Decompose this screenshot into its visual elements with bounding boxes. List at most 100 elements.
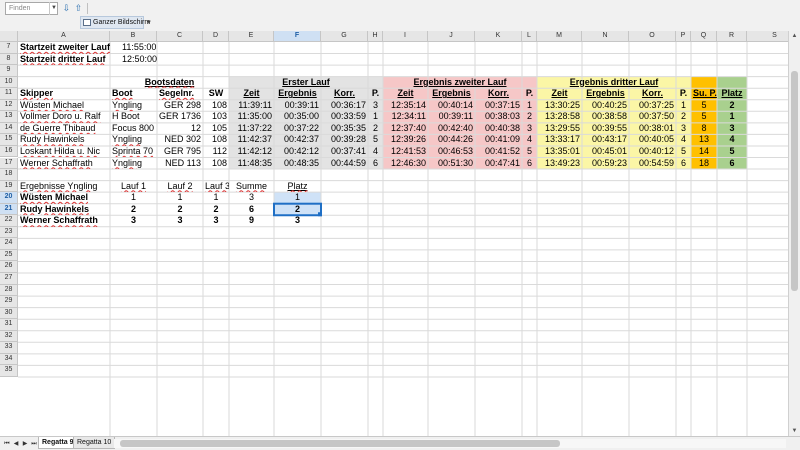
cell-b15[interactable]: Yngling (110, 134, 157, 146)
row-header-28[interactable]: 28 (0, 284, 18, 297)
cell-c16[interactable]: GER 795 (157, 146, 203, 158)
cell-a12[interactable]: Wüsten Michael (18, 100, 110, 112)
row-header-7[interactable]: 7 (0, 42, 18, 54)
cell-f12[interactable]: 00:39:11 (274, 100, 321, 112)
column-header-c[interactable]: C (157, 31, 203, 42)
first-sheet-icon[interactable]: ⏮ (3, 439, 11, 449)
cell-f22[interactable]: 3 (274, 215, 321, 227)
cell-b14[interactable]: Focus 800 (110, 123, 157, 135)
cell-r12[interactable]: 2 (717, 100, 747, 112)
cell-h14[interactable]: 2 (368, 123, 383, 135)
row-header-18[interactable]: 18 (0, 169, 18, 181)
select-all-corner[interactable] (0, 31, 18, 42)
row-header-21[interactable]: 21 (0, 203, 18, 216)
cell-q15[interactable]: 13 (691, 134, 717, 146)
cell-e16[interactable]: 11:42:12 (229, 146, 274, 158)
row-header-12[interactable]: 12 (0, 99, 18, 112)
column-header-o[interactable]: O (629, 31, 676, 42)
cell-r11[interactable]: Platz (717, 88, 747, 100)
sheet-tab-regatta-9[interactable]: Regatta 9 (38, 437, 78, 449)
cell-n16[interactable]: 00:45:01 (582, 146, 629, 158)
cell-q11[interactable]: Su. P. (691, 88, 717, 100)
cell-g12[interactable]: 00:36:17 (321, 100, 368, 112)
cell-q17[interactable]: 18 (691, 158, 717, 170)
cell-e20[interactable]: 3 (229, 192, 274, 204)
cell-a13[interactable]: Vollmer Doro u. Ralf (18, 111, 110, 123)
cell-h12[interactable]: 3 (368, 100, 383, 112)
row-header-15[interactable]: 15 (0, 134, 18, 146)
cell-b20[interactable]: 1 (110, 192, 157, 204)
row-header-17[interactable]: 17 (0, 157, 18, 170)
cell-c20[interactable]: 1 (157, 192, 203, 204)
cell-d19[interactable]: Lauf 3 (203, 181, 229, 193)
cell-a21[interactable]: Rudy Hawinkels (18, 204, 110, 216)
cell-p17[interactable]: 6 (676, 158, 691, 170)
cell-g15[interactable]: 00:39:28 (321, 134, 368, 146)
prev-sheet-icon[interactable]: ◀ (12, 439, 20, 449)
cell-k17[interactable]: 00:47:41 (475, 158, 522, 170)
cell-m10[interactable]: Ergebnis dritter Lauf (537, 77, 691, 89)
cell-o14[interactable]: 00:38:01 (629, 123, 676, 135)
row-header-33[interactable]: 33 (0, 342, 18, 354)
cell-d13[interactable]: 103 (203, 111, 229, 123)
cell-c12[interactable]: GER 298 (157, 100, 203, 112)
cell-h15[interactable]: 5 (368, 134, 383, 146)
cell-a11[interactable]: Skipper (18, 88, 110, 100)
row-header-20[interactable]: 20 (0, 192, 18, 204)
cell-l15[interactable]: 4 (522, 134, 537, 146)
row-header-13[interactable]: 13 (0, 111, 18, 123)
cell-h17[interactable]: 6 (368, 158, 383, 170)
cell-c19[interactable]: Lauf 2 (157, 181, 203, 193)
cell-a14[interactable]: de Guerre Thibaud (18, 123, 110, 135)
cell-c14[interactable]: 12 (157, 123, 203, 135)
cell-a20[interactable]: Wüsten Michael (18, 192, 110, 204)
cell-b13[interactable]: H Boot (110, 111, 157, 123)
row-header-14[interactable]: 14 (0, 122, 18, 135)
cell-d15[interactable]: 108 (203, 134, 229, 146)
column-header-g[interactable]: G (321, 31, 368, 42)
column-header-i[interactable]: I (383, 31, 428, 42)
cell-p13[interactable]: 2 (676, 111, 691, 123)
column-header-q[interactable]: Q (691, 31, 717, 42)
cell-i13[interactable]: 12:34:11 (383, 111, 428, 123)
column-header-f[interactable]: F (274, 31, 321, 42)
row-header-31[interactable]: 31 (0, 319, 18, 331)
cell-e21[interactable]: 6 (229, 204, 274, 216)
cell-d20[interactable]: 1 (203, 192, 229, 204)
vertical-scroll-thumb[interactable] (791, 71, 798, 291)
cell-b17[interactable]: Yngling (110, 158, 157, 170)
cell-i12[interactable]: 12:35:14 (383, 100, 428, 112)
column-header-k[interactable]: K (475, 31, 522, 42)
cell-b7[interactable]: 11:55:00 (110, 42, 157, 54)
cell-f19[interactable]: Platz (274, 181, 321, 193)
cell-c11[interactable]: Segelnr. (157, 88, 203, 100)
cell-n12[interactable]: 00:40:25 (582, 100, 629, 112)
cell-n15[interactable]: 00:43:17 (582, 134, 629, 146)
cell-l11[interactable]: P. (522, 88, 537, 100)
cell-b16[interactable]: Sprinta 70 (110, 146, 157, 158)
cell-k13[interactable]: 00:38:03 (475, 111, 522, 123)
cell-d11[interactable]: SW (203, 88, 229, 100)
cell-p11[interactable]: P. (676, 88, 691, 100)
cell-f16[interactable]: 00:42:12 (274, 146, 321, 158)
cell-i16[interactable]: 12:41:53 (383, 146, 428, 158)
cell-e11[interactable]: Zeit (229, 88, 274, 100)
horizontal-scrollbar[interactable] (114, 439, 786, 448)
cell-d16[interactable]: 112 (203, 146, 229, 158)
cell-o12[interactable]: 00:37:25 (629, 100, 676, 112)
row-header-26[interactable]: 26 (0, 261, 18, 273)
cell-a17[interactable]: Werner Schaffrath (18, 158, 110, 170)
cell-p12[interactable]: 1 (676, 100, 691, 112)
cell-i10[interactable]: Ergebnis zweiter Lauf (383, 77, 537, 89)
cell-a19[interactable]: Ergebnisse Yngling (18, 181, 110, 193)
row-header-27[interactable]: 27 (0, 273, 18, 285)
column-header-j[interactable]: J (428, 31, 475, 42)
cell-p15[interactable]: 4 (676, 134, 691, 146)
cell-p14[interactable]: 3 (676, 123, 691, 135)
cell-a22[interactable]: Werner Schaffrath (18, 215, 110, 227)
cell-g13[interactable]: 00:33:59 (321, 111, 368, 123)
cell-d21[interactable]: 2 (203, 204, 229, 216)
cell-o15[interactable]: 00:40:05 (629, 134, 676, 146)
cell-r14[interactable]: 3 (717, 123, 747, 135)
last-sheet-icon[interactable]: ⏭ (30, 439, 38, 449)
